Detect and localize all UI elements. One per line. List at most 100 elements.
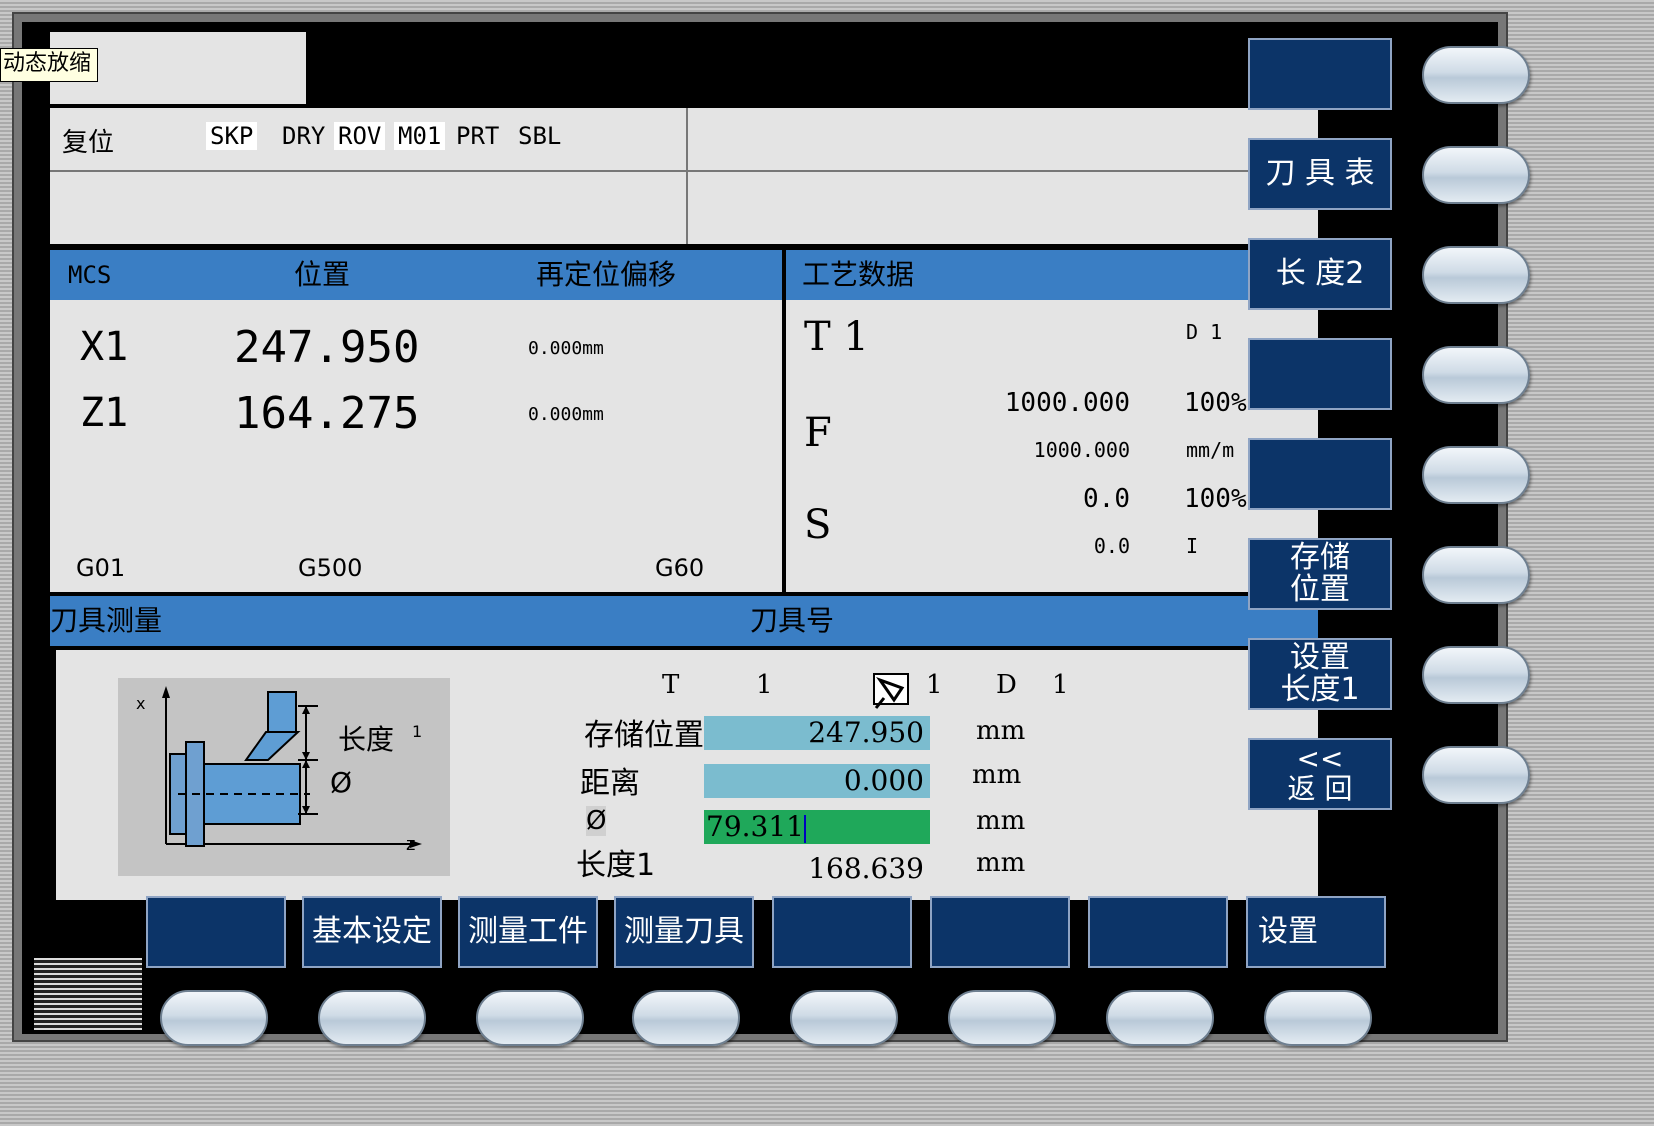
hw-softkey-bottom-8[interactable] (1264, 990, 1372, 1046)
gcode-exactstop: G60 (655, 554, 705, 582)
tool-t-value: 1 (756, 670, 773, 700)
feed-unit: mm/m (1186, 438, 1235, 462)
axis-offset: 0.000mm (528, 338, 604, 359)
hw-softkey-right-4[interactable] (1422, 346, 1530, 404)
hw-softkey-right-5[interactable] (1422, 446, 1530, 504)
softkey-basic-setup[interactable]: 基本设定 (302, 896, 442, 968)
hw-softkey-right-2[interactable] (1422, 146, 1530, 204)
stored-position-unit: mm (976, 716, 1026, 746)
axis-position: 247.950 (234, 322, 420, 373)
tool-measure-header: 刀具测量 刀具号 (50, 596, 1318, 646)
coord-system-label: MCS (68, 261, 112, 289)
tech-title: 工艺数据 (802, 258, 915, 291)
feed-value-secondary: 1000.000 (1033, 438, 1130, 462)
hw-softkey-bottom-4[interactable] (632, 990, 740, 1046)
softkey-measure-tool[interactable]: 测量刀具 (614, 896, 754, 968)
tool-type-icon[interactable] (872, 670, 912, 710)
diameter-label: Ø (586, 806, 607, 836)
recall-hatch (34, 958, 142, 1030)
length1-unit: mm (976, 848, 1026, 878)
hw-softkey-bottom-6[interactable] (948, 990, 1056, 1046)
diameter-field[interactable]: 79.311 (704, 810, 930, 844)
hw-softkey-bottom-7[interactable] (1106, 990, 1214, 1046)
softkey-back[interactable]: << 返 回 (1248, 738, 1392, 810)
distance-unit: mm (972, 760, 1022, 790)
gcode-motion: G01 (76, 554, 126, 582)
tool-number-title: 刀具号 (750, 604, 835, 637)
hw-softkey-bottom-2[interactable] (318, 990, 426, 1046)
flag-prt: PRT (456, 122, 500, 150)
hw-softkey-right-7[interactable] (1422, 646, 1530, 704)
softkey-bottom-7[interactable] (1088, 896, 1228, 968)
axis-name: X1 (80, 324, 129, 370)
position-panel: X1 247.950 0.000mm Z1 164.275 0.000mm G0… (50, 300, 782, 592)
diameter-value: 79.311 (706, 810, 804, 843)
axis-offset: 0.000mm (528, 404, 604, 425)
softkey-store-position[interactable]: 存储 位置 (1248, 538, 1392, 610)
tool-measure-panel: x z 长度 1 Ø T 1 1 D 1 存储位置 247.950 mm 距离 … (56, 650, 1318, 900)
tool-measure-title: 刀具测量 (50, 604, 163, 637)
hw-softkey-right-8[interactable] (1422, 746, 1530, 804)
length1-label: 长度1 (576, 848, 656, 883)
lathe-diagram-icon (162, 686, 422, 848)
spindle-value: 0.0 (1083, 484, 1130, 514)
hw-softkey-bottom-5[interactable] (790, 990, 898, 1046)
diagram-length-sup: 1 (412, 722, 423, 741)
diagram-z-label: z (406, 834, 416, 855)
tech-header: 工艺数据 (786, 250, 1318, 300)
flag-rov: ROV (334, 122, 386, 150)
softkey-settings[interactable]: 设置 (1246, 896, 1386, 968)
flag-dry: DRY (282, 122, 326, 150)
tool-d-value: 1 (1052, 670, 1069, 700)
flag-m01: M01 (394, 122, 446, 150)
position-column-header: 位置 (294, 258, 351, 291)
hw-softkey-bottom-3[interactable] (476, 990, 584, 1046)
axis-name: Z1 (80, 390, 129, 436)
softkey-right-1[interactable] (1248, 38, 1392, 110)
softkey-bottom-1[interactable] (146, 896, 286, 968)
feed-value: 1000.000 (1004, 388, 1130, 418)
status-panel: 复位 SKP DRY ROV M01 PRT SBL (50, 108, 1318, 244)
stored-position-field[interactable]: 247.950 (704, 716, 930, 750)
tool-measure-diagram: x z 长度 1 Ø (118, 678, 450, 876)
offset-column-header: 再定位偏移 (536, 258, 677, 291)
diagram-length-label: 长度 (338, 723, 395, 756)
diagram-diameter-label: Ø (330, 766, 353, 799)
status-divider (686, 108, 688, 244)
cutting-edge: D 1 (1186, 320, 1223, 344)
softkey-bottom-6[interactable] (930, 896, 1070, 968)
softkey-set-length1[interactable]: 设置 长度1 (1248, 638, 1392, 710)
zoom-tooltip: 动态放缩 (0, 48, 99, 82)
hw-softkey-bottom-1[interactable] (160, 990, 268, 1046)
status-divider (50, 170, 1318, 172)
stored-position-label: 存储位置 (584, 718, 704, 753)
softkey-right-4[interactable] (1248, 338, 1392, 410)
flag-skp: SKP (206, 122, 258, 150)
softkey-right-5[interactable] (1248, 438, 1392, 510)
softkey-length2[interactable]: 长 度2 (1248, 238, 1392, 310)
hw-softkey-right-6[interactable] (1422, 546, 1530, 604)
tech-panel: T 1 D 1 F 1000.000 100% 1000.000 mm/m S … (786, 300, 1318, 592)
flag-sbl: SBL (518, 122, 562, 150)
axis-position: 164.275 (234, 388, 420, 439)
diagram-x-label: x (136, 694, 146, 713)
softkey-bottom-5[interactable] (772, 896, 912, 968)
distance-label: 距离 (580, 766, 640, 801)
channel-status: 复位 (62, 128, 115, 158)
spindle-direction: I (1186, 534, 1199, 558)
hw-softkey-right-3[interactable] (1422, 246, 1530, 304)
feed-letter: F (804, 410, 832, 456)
distance-field[interactable]: 0.000 (704, 764, 930, 798)
text-cursor (803, 814, 806, 843)
tool-d-label: D (996, 670, 1017, 700)
diameter-unit: mm (976, 806, 1026, 836)
spindle-value-secondary: 0.0 (1093, 534, 1130, 558)
hw-softkey-right-1[interactable] (1422, 46, 1530, 104)
spindle-letter: S (804, 502, 832, 548)
length1-value: 168.639 (808, 852, 924, 885)
softkey-measure-workpiece[interactable]: 测量工件 (458, 896, 598, 968)
tool-t-label: T (662, 670, 680, 700)
tool-active: T 1 (804, 314, 869, 360)
feed-override: 100% (1184, 388, 1247, 418)
softkey-tool-table[interactable]: 刀 具 表 (1248, 138, 1392, 210)
